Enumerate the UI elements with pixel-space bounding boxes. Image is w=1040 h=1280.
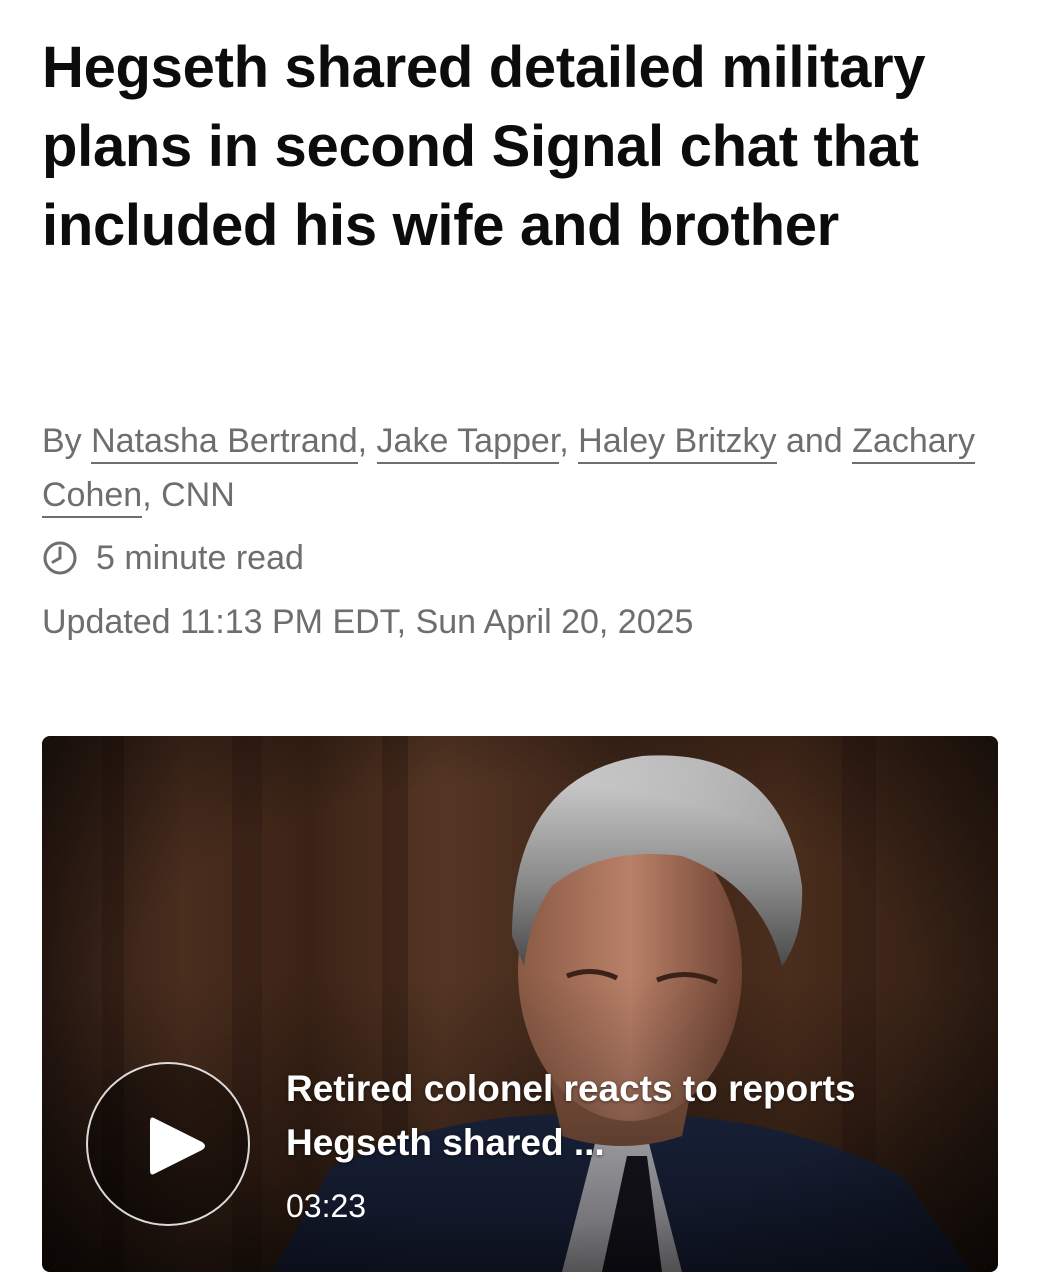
read-time-label: 5 minute read xyxy=(96,539,304,577)
play-icon xyxy=(150,1117,205,1175)
video-duration: 03:23 xyxy=(286,1188,367,1224)
byline-separator: , xyxy=(357,422,377,460)
clock-icon xyxy=(42,540,78,576)
byline: By Natasha Bertrand, Jake Tapper, Haley … xyxy=(42,414,1002,522)
read-time: 5 minute read xyxy=(42,536,304,580)
byline-separator: , xyxy=(559,422,579,460)
byline-suffix: , CNN xyxy=(142,476,235,514)
author-link-jake-tapper[interactable]: Jake Tapper xyxy=(376,422,560,464)
byline-separator: and xyxy=(776,422,853,460)
video-player[interactable]: Retired colonel reacts to reports Hegset… xyxy=(42,736,998,1272)
video-title[interactable]: Retired colonel reacts to reports Hegset… xyxy=(286,1062,926,1170)
author-link-natasha-bertrand[interactable]: Natasha Bertrand xyxy=(91,422,358,464)
play-button[interactable] xyxy=(86,1062,250,1226)
byline-prefix: By xyxy=(42,422,92,460)
updated-timestamp: Updated 11:13 PM EDT, Sun April 20, 2025 xyxy=(42,603,694,641)
author-link-haley-britzky[interactable]: Haley Britzky xyxy=(578,422,777,464)
article-headline: Hegseth shared detailed military plans i… xyxy=(42,35,926,258)
